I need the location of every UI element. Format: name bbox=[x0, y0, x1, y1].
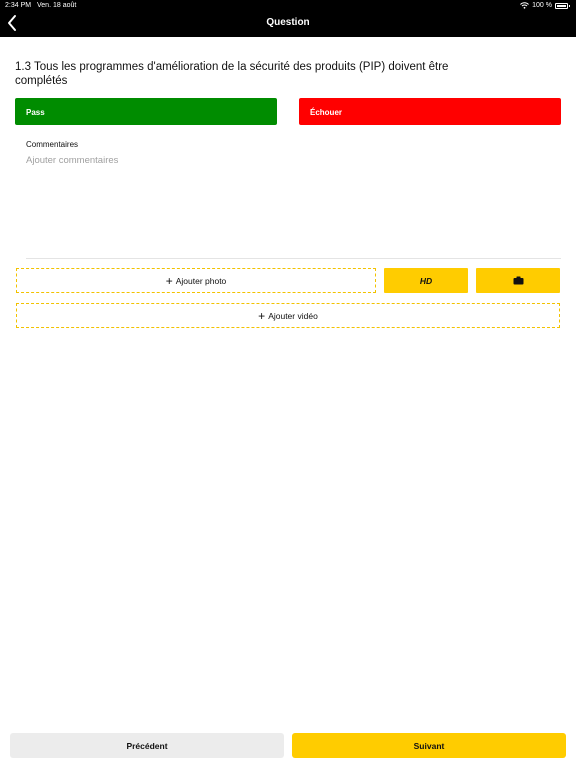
add-video-label: Ajouter vidéo bbox=[268, 310, 318, 321]
question-screen: 2:34 PM Ven. 18 août 100 % Question 1.3 … bbox=[0, 0, 576, 768]
comments-label: Commentaires bbox=[26, 140, 79, 149]
plus-icon: + bbox=[165, 273, 173, 288]
top-bar: 2:34 PM Ven. 18 août 100 % Question bbox=[0, 0, 576, 37]
wifi-icon bbox=[520, 2, 530, 9]
comments-input[interactable] bbox=[26, 155, 561, 259]
plus-icon: + bbox=[258, 308, 266, 323]
hd-label: HD bbox=[419, 275, 433, 286]
camera-icon bbox=[513, 276, 523, 285]
add-video-button[interactable]: + Ajouter vidéo bbox=[16, 303, 560, 328]
previous-button[interactable]: Précédent bbox=[10, 733, 284, 758]
camera-button[interactable] bbox=[476, 268, 560, 293]
add-photo-label: Ajouter photo bbox=[175, 275, 227, 286]
page-title: Question bbox=[266, 17, 310, 28]
status-time: 2:34 PM bbox=[5, 2, 32, 9]
fail-button[interactable]: Échouer bbox=[299, 98, 561, 125]
status-date: Ven. 18 août bbox=[37, 2, 77, 9]
pass-button[interactable]: Pass bbox=[15, 98, 277, 125]
hd-button[interactable]: HD bbox=[384, 268, 468, 293]
battery-percent: 100 % bbox=[532, 2, 552, 9]
next-button[interactable]: Suivant bbox=[292, 733, 566, 758]
battery-icon bbox=[555, 2, 570, 9]
add-photo-button[interactable]: + Ajouter photo bbox=[16, 268, 376, 293]
status-right: 100 % bbox=[520, 2, 570, 9]
question-text: 1.3 Tous les programmes d'amélioration d… bbox=[15, 61, 449, 87]
